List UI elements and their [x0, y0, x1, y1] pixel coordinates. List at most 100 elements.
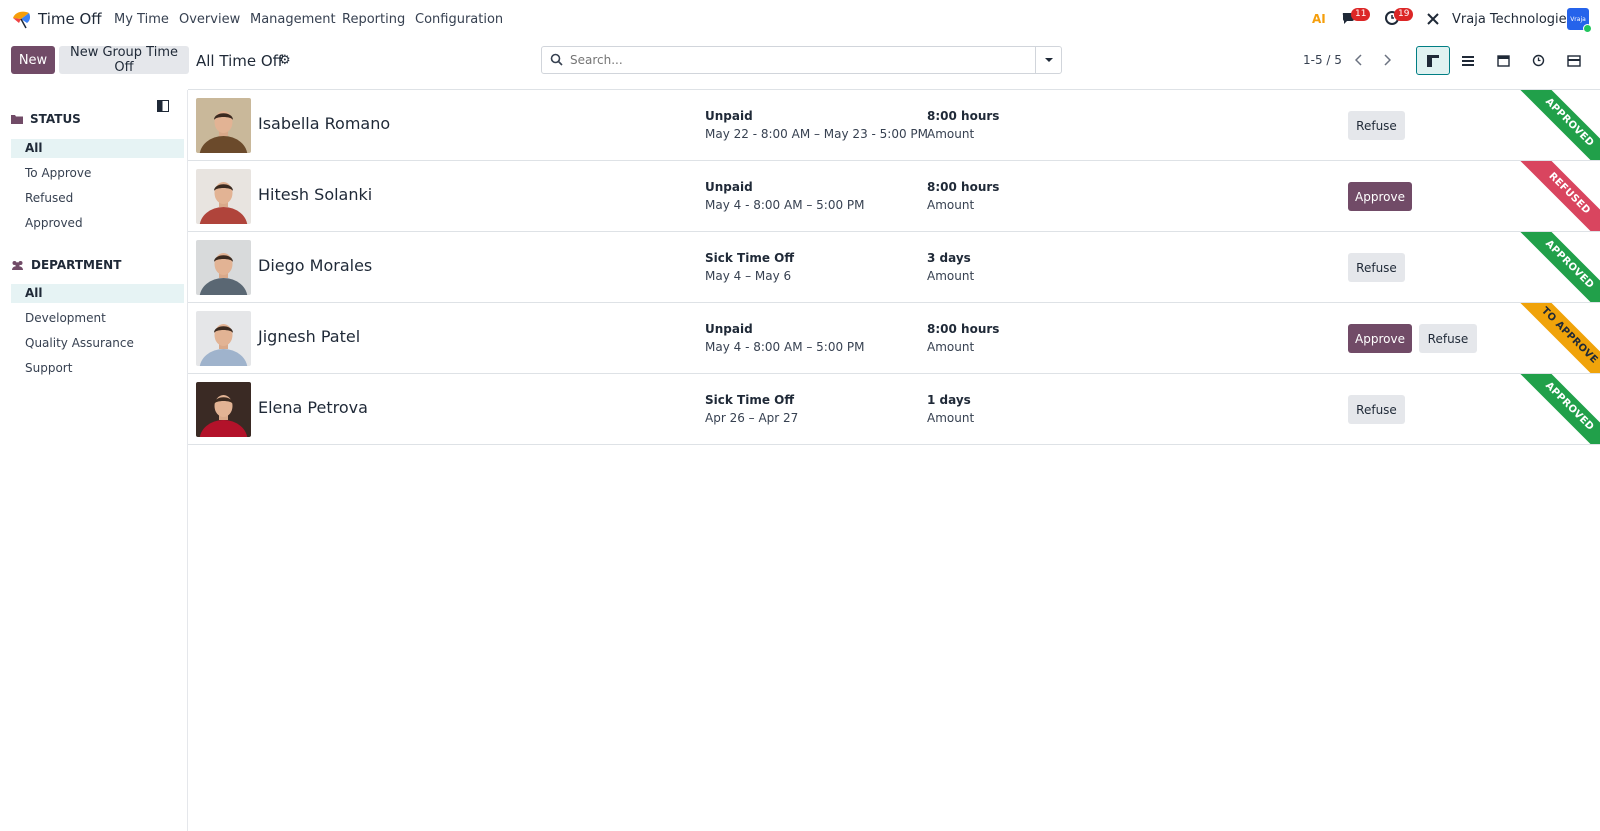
leave-duration: 8:00 hours	[927, 180, 1000, 194]
pivot-icon	[1567, 54, 1581, 67]
chevron-left-icon	[1355, 54, 1362, 66]
activity-icon[interactable]: 19	[1384, 8, 1414, 30]
new-group-time-off-button[interactable]: New Group Time Off	[59, 45, 189, 75]
calendar-icon	[1496, 55, 1510, 67]
activity-badge: 19	[1394, 8, 1414, 21]
pager-next-button[interactable]	[1374, 47, 1400, 73]
leave-type: Sick Time Off	[705, 251, 795, 265]
table-row[interactable]: Diego Morales Sick Time Off May 4 – May 6 3…	[188, 232, 1600, 303]
new-button[interactable]: New	[11, 46, 55, 74]
status-filter-all[interactable]: All	[11, 139, 184, 158]
nav-configuration[interactable]: Configuration	[415, 12, 503, 27]
folder-icon	[11, 115, 23, 124]
search-icon	[550, 53, 563, 70]
employee-photo	[196, 98, 251, 153]
employee-name: Elena Petrova	[258, 398, 368, 417]
svg-text:AI: AI	[1312, 12, 1326, 25]
messages-badge: 11	[1351, 8, 1371, 21]
gear-icon[interactable]: ⚙	[279, 53, 291, 68]
status-section-header: STATUS	[11, 112, 81, 126]
search-input[interactable]	[570, 47, 1010, 73]
employee-photo	[196, 240, 251, 295]
pager-previous-button[interactable]	[1346, 47, 1372, 73]
pager-value[interactable]: 1-5 / 5	[1303, 53, 1342, 67]
search-panel: STATUS All To Approve Refused Approved D…	[0, 90, 188, 831]
leave-type: Unpaid	[705, 322, 753, 336]
messages-icon[interactable]: 11	[1341, 8, 1371, 30]
search-bar	[541, 46, 1062, 74]
nav-my-time[interactable]: My Time	[114, 12, 169, 27]
list-top-border	[188, 89, 1600, 90]
leave-dates: May 4 – May 6	[705, 269, 792, 283]
company-switcher[interactable]: Vraja Technologies	[1452, 12, 1573, 27]
employee-name: Jignesh Patel	[258, 327, 361, 346]
department-filter-support[interactable]: Support	[11, 359, 184, 378]
users-icon	[12, 260, 23, 270]
amount-label: Amount	[927, 269, 975, 283]
leave-dates: May 22 - 8:00 AM – May 23 - 5:00 PM	[705, 127, 929, 141]
online-status-dot	[1583, 24, 1592, 33]
amount-label: Amount	[927, 198, 975, 212]
user-avatar-label: Vraja	[1570, 15, 1586, 23]
nav-reporting[interactable]: Reporting	[342, 12, 405, 27]
employee-photo	[196, 311, 251, 366]
leave-duration: 1 days	[927, 393, 971, 407]
department-section-title: DEPARTMENT	[31, 258, 122, 272]
table-row[interactable]: Hitesh Solanki Unpaid May 4 - 8:00 AM – 5:…	[188, 161, 1600, 232]
chevron-right-icon	[1384, 54, 1391, 66]
status-ribbon: APPROVED	[1515, 374, 1600, 444]
view-list-button[interactable]	[1451, 46, 1485, 75]
sidebar-collapse-icon[interactable]	[157, 100, 169, 116]
app-name[interactable]: Time Off	[38, 10, 102, 28]
leave-duration: 8:00 hours	[927, 109, 1000, 123]
department-filter-all[interactable]: All	[11, 284, 184, 303]
caret-down-icon	[1044, 58, 1053, 62]
refuse-button[interactable]: Refuse	[1348, 395, 1405, 424]
refuse-button[interactable]: Refuse	[1348, 253, 1405, 282]
list-icon	[1462, 55, 1474, 66]
approve-button[interactable]: Approve	[1348, 324, 1412, 353]
table-row[interactable]: Elena Petrova Sick Time Off Apr 26 – Apr 2…	[188, 374, 1600, 445]
department-filter-development[interactable]: Development	[11, 309, 184, 328]
nav-management[interactable]: Management	[250, 12, 336, 27]
status-ribbon: REFUSED	[1515, 161, 1600, 231]
status-filter-to-approve[interactable]: To Approve	[11, 164, 184, 183]
department-section-header: DEPARTMENT	[11, 258, 121, 272]
nav-overview[interactable]: Overview	[179, 12, 240, 27]
status-ribbon: APPROVED	[1515, 232, 1600, 302]
refuse-button[interactable]: Refuse	[1419, 324, 1477, 353]
employee-photo	[196, 169, 251, 224]
table-row[interactable]: Isabella Romano Unpaid May 22 - 8:00 AM – …	[188, 90, 1600, 161]
view-calendar-button[interactable]	[1486, 46, 1520, 75]
employee-photo	[196, 382, 251, 437]
table-row[interactable]: Jignesh Patel Unpaid May 4 - 8:00 AM – 5:0…	[188, 303, 1600, 374]
kanban-icon	[1427, 54, 1439, 67]
amount-label: Amount	[927, 127, 975, 141]
employee-name: Isabella Romano	[258, 114, 391, 133]
status-filter-refused[interactable]: Refused	[11, 189, 184, 208]
approve-button[interactable]: Approve	[1348, 182, 1412, 211]
leave-duration: 8:00 hours	[927, 322, 1000, 336]
leave-type: Unpaid	[705, 109, 753, 123]
time-off-app-icon[interactable]	[11, 9, 33, 29]
user-avatar[interactable]: Vraja	[1567, 8, 1592, 33]
ai-icon[interactable]: AI	[1312, 11, 1328, 29]
employee-name: Hitesh Solanki	[258, 185, 373, 204]
status-ribbon: APPROVED	[1515, 90, 1600, 160]
search-options-toggle[interactable]	[1035, 47, 1061, 73]
department-filter-quality-assurance[interactable]: Quality Assurance	[11, 334, 184, 353]
page-title: All Time Off	[196, 52, 283, 70]
top-navbar: Time Off My Time Overview Management Rep…	[0, 0, 1600, 40]
leave-type: Unpaid	[705, 180, 753, 194]
tools-icon[interactable]	[1426, 12, 1440, 30]
view-pivot-button[interactable]	[1557, 46, 1591, 75]
clock-icon	[1532, 54, 1544, 67]
view-activity-button[interactable]	[1521, 46, 1555, 75]
status-filter-approved[interactable]: Approved	[11, 214, 184, 233]
leave-dates: Apr 26 – Apr 27	[705, 411, 799, 425]
view-kanban-button[interactable]	[1416, 46, 1450, 75]
status-ribbon: TO APPROVE	[1515, 303, 1600, 373]
refuse-button[interactable]: Refuse	[1348, 111, 1405, 140]
employee-name: Diego Morales	[258, 256, 373, 275]
leave-type: Sick Time Off	[705, 393, 795, 407]
